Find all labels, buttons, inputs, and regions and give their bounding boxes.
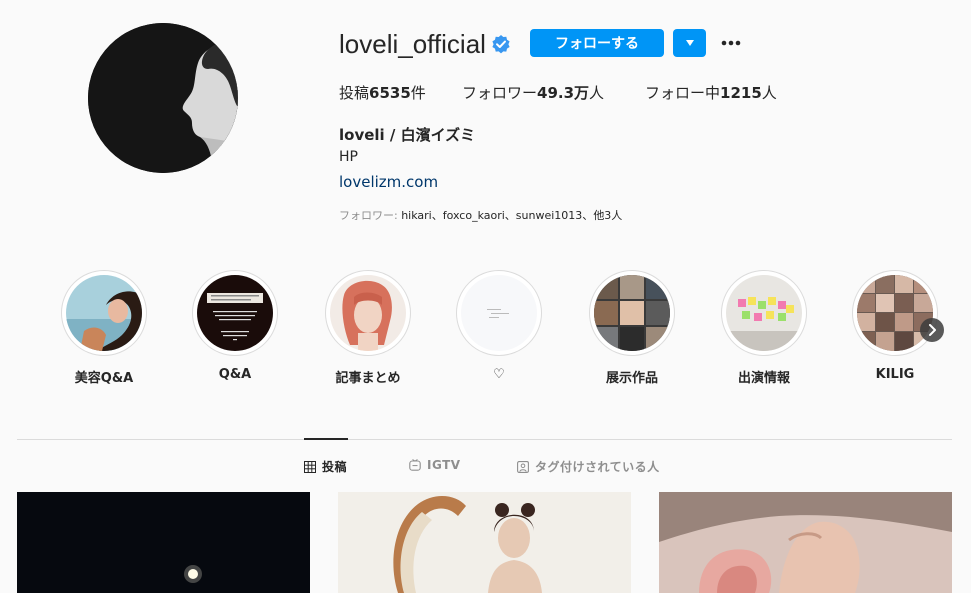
highlight-label: 展示作品 [605, 371, 658, 386]
posts-value: 6535 [369, 84, 411, 102]
followers-value: 49.3万 [537, 84, 590, 102]
tabs-divider [17, 439, 952, 440]
profile-username: loveli_official [339, 29, 486, 59]
post-thumbnail[interactable] [659, 492, 952, 593]
followed-by-text[interactable]: フォロワー: hikari、foxco_kaori、sunwei1013、他3人 [339, 207, 622, 223]
highlight-label: Q&A [218, 367, 252, 382]
active-tab-indicator [304, 438, 348, 440]
suggested-dropdown-button[interactable] [673, 29, 706, 57]
tab-tagged-label: タグ付けされている人 [535, 460, 660, 474]
profile-fullname: loveli / 白濱イズミ [339, 126, 476, 144]
following-unit: 人 [761, 84, 777, 102]
verified-badge-icon [491, 34, 511, 54]
post-thumbnail[interactable] [17, 492, 310, 593]
tab-igtv[interactable]: IGTV [409, 458, 461, 472]
highlight-label: 記事まとめ [335, 371, 401, 386]
tab-posts[interactable]: 投稿 [304, 458, 347, 475]
highlight-label: 出演情報 [737, 371, 790, 386]
chevron-down-icon [685, 40, 694, 46]
highlight-cover [197, 275, 273, 351]
followed-by-names: hikari、foxco_kaori、sunwei1013、 [401, 209, 594, 222]
posts-label: 投稿 [339, 84, 370, 102]
following-link[interactable]: フォロー中1215人 [645, 82, 777, 103]
highlight-label: KILIG [875, 367, 915, 382]
highlight-item[interactable]: Q&A [192, 270, 278, 382]
followers-unit: 人 [589, 84, 605, 102]
highlight-item[interactable]: 出演情報 [721, 270, 807, 386]
more-options-icon[interactable] [719, 34, 743, 52]
highlights-next-button[interactable] [920, 318, 944, 342]
following-value: 1215 [720, 84, 762, 102]
followers-label: フォロワー [462, 84, 538, 102]
posts-count: 投稿6535件 [339, 82, 426, 103]
posts-unit: 件 [410, 84, 426, 102]
highlight-cover [857, 275, 933, 351]
profile-website-link[interactable]: lovelizm.com [339, 173, 438, 191]
profile-category: HP [339, 149, 358, 165]
tab-igtv-label: IGTV [427, 458, 461, 472]
highlight-item[interactable]: ♡ [456, 270, 542, 382]
tab-posts-label: 投稿 [322, 460, 348, 474]
highlight-item[interactable]: 美容Q&A [61, 270, 147, 386]
following-label: フォロー中 [645, 84, 721, 102]
highlight-cover [66, 275, 142, 351]
followed-by-prefix: フォロワー: [339, 209, 402, 222]
grid-icon [304, 460, 316, 473]
igtv-icon [409, 459, 421, 471]
highlight-item[interactable]: 記事まとめ [325, 270, 411, 386]
follow-button[interactable]: フォローする [530, 29, 664, 57]
highlight-cover [330, 275, 406, 351]
followed-by-suffix: 他3人 [593, 209, 623, 222]
highlight-cover [461, 275, 537, 351]
tab-tagged[interactable]: タグ付けされている人 [517, 458, 660, 475]
highlight-label: 美容Q&A [74, 371, 134, 386]
highlight-label: ♡ [493, 367, 505, 382]
post-thumbnail[interactable] [338, 492, 631, 593]
highlight-item[interactable]: 展示作品 [589, 270, 675, 386]
profile-avatar[interactable] [88, 23, 238, 173]
highlight-cover [726, 275, 802, 351]
tagged-icon [517, 460, 529, 473]
followers-link[interactable]: フォロワー49.3万人 [462, 82, 604, 103]
highlight-cover [594, 275, 670, 351]
chevron-right-icon [929, 324, 936, 336]
